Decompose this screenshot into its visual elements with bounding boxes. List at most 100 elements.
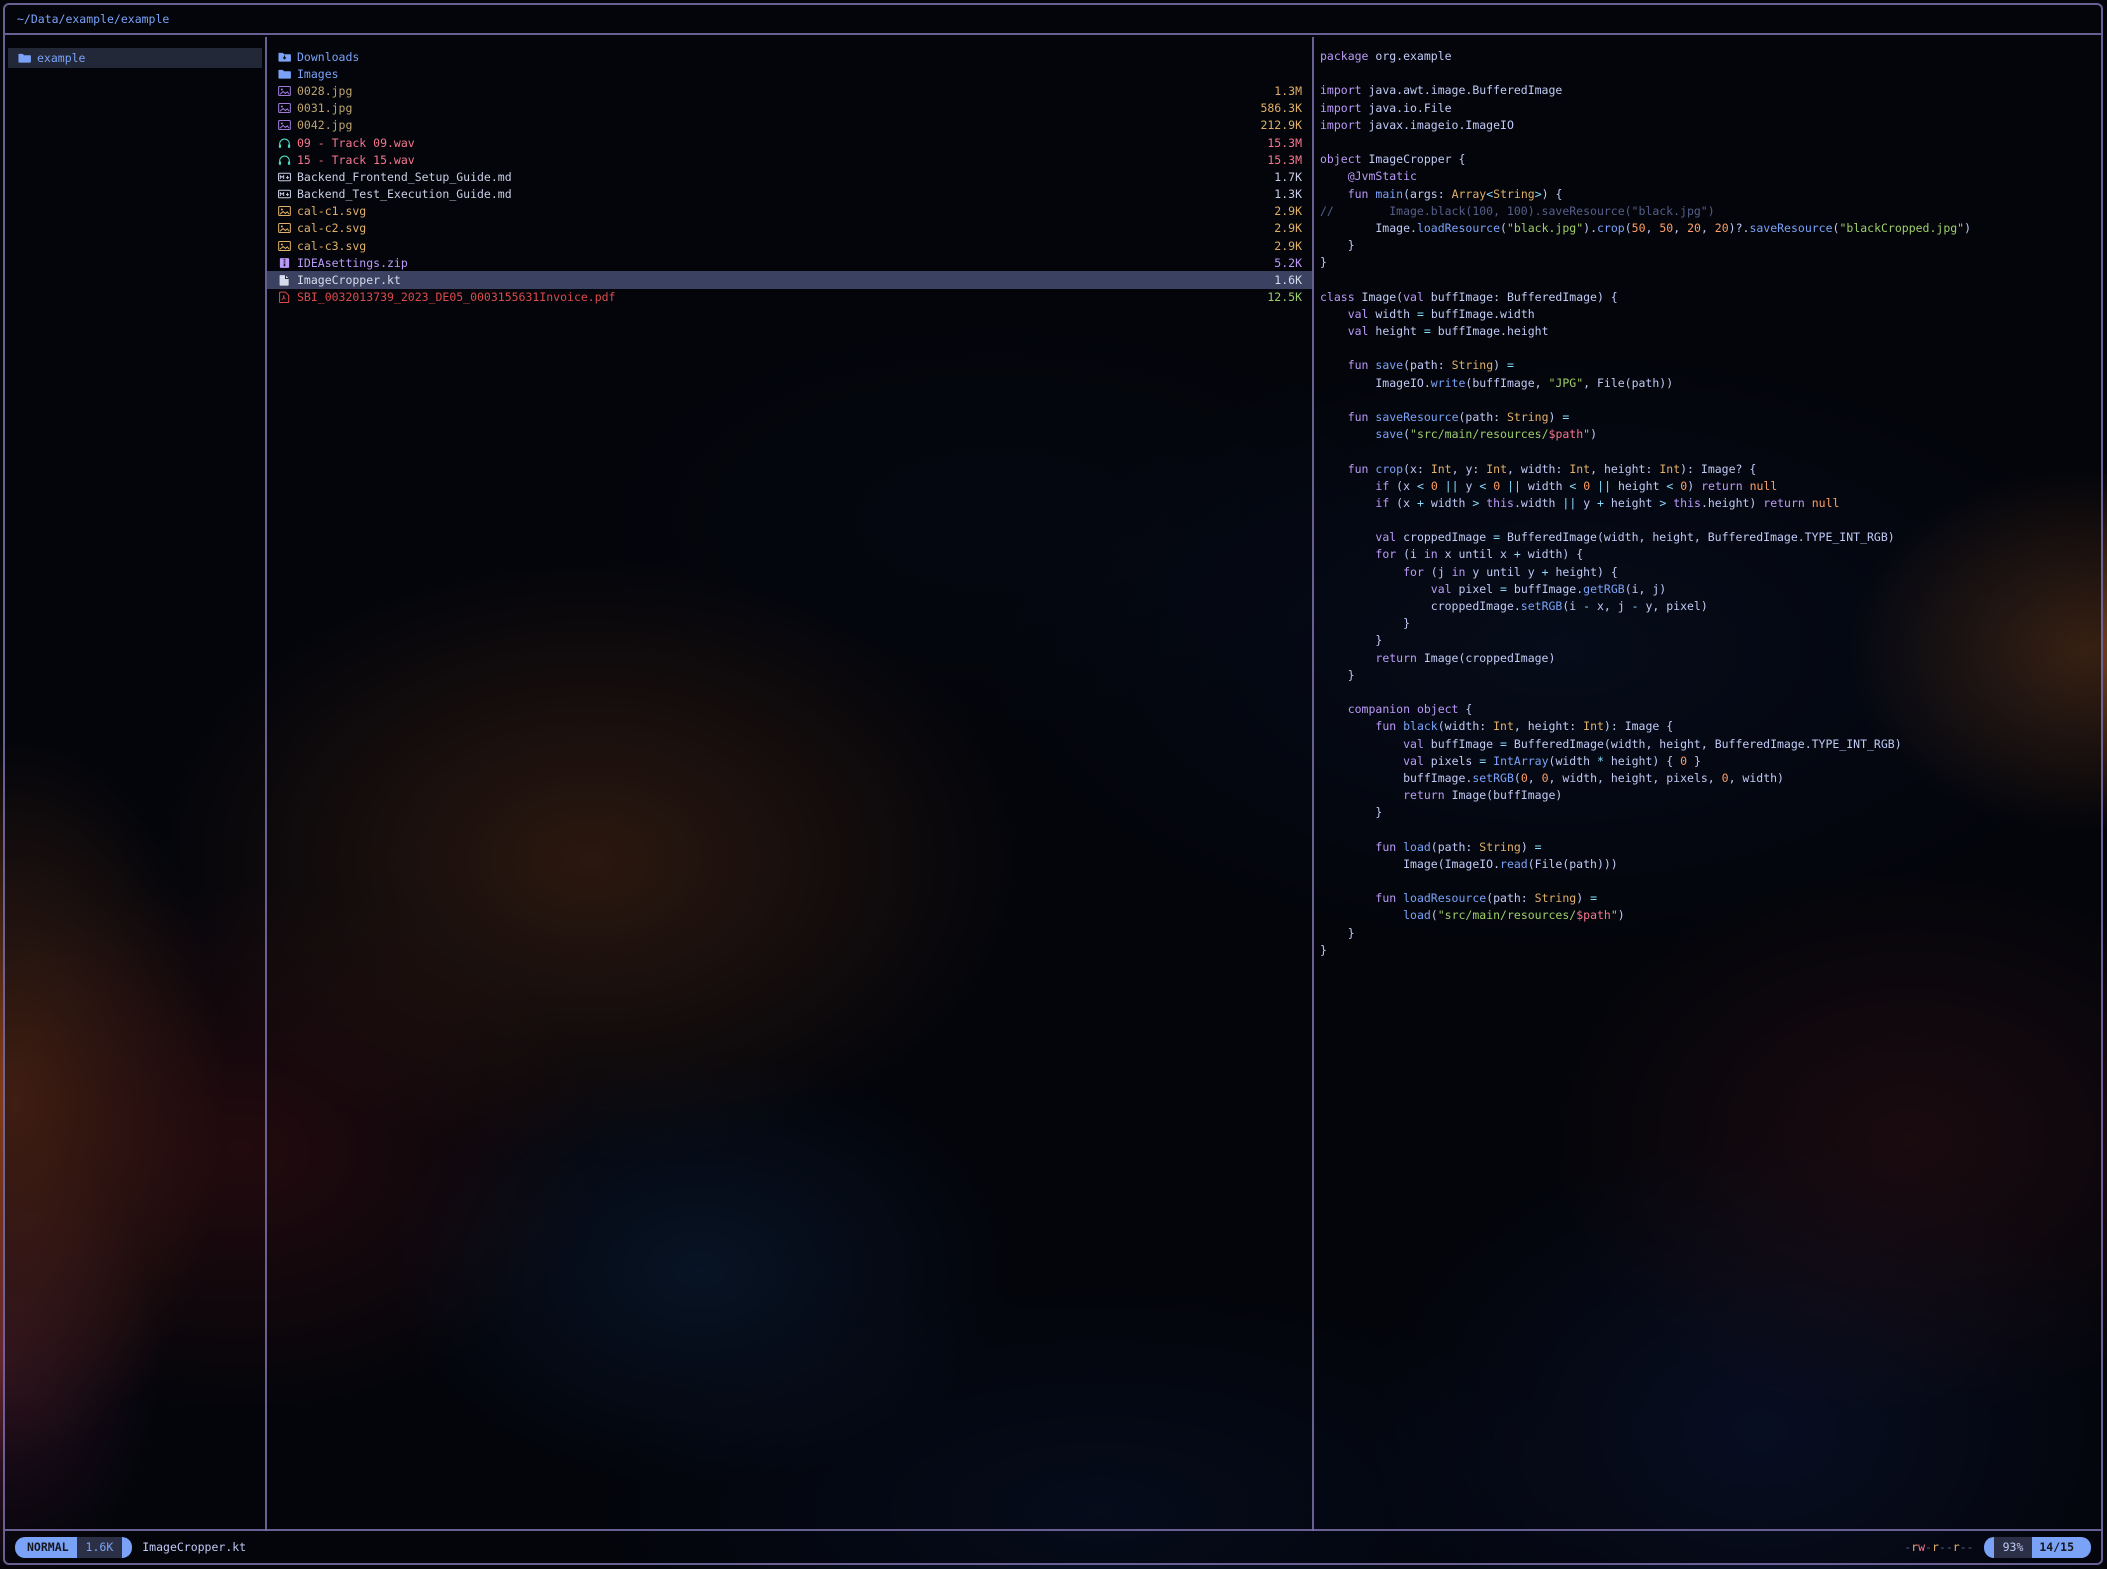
code-line: val width = buffImage.width bbox=[1320, 306, 2101, 323]
file-name: ImageCropper.kt bbox=[297, 273, 1268, 287]
code-line: fun save(path: String) = bbox=[1320, 357, 2101, 374]
file-size: 2.9K bbox=[1274, 204, 1302, 218]
mode-size-segment: NORMAL 1.6K bbox=[15, 1537, 132, 1558]
preview-pane: package org.example import java.awt.imag… bbox=[1314, 37, 2101, 1531]
file-row[interactable]: SBI_0032013739_2023_DE05_0003155631Invoi… bbox=[267, 289, 1312, 306]
code-line: buffImage.setRGB(0, 0, width, height, pi… bbox=[1320, 770, 2101, 787]
file-row[interactable]: Backend_Frontend_Setup_Guide.md1.7K bbox=[267, 168, 1312, 185]
file-name: Backend_Frontend_Setup_Guide.md bbox=[297, 170, 1268, 184]
permissions: -rw-r--r-- bbox=[1904, 1540, 1973, 1554]
powerline-right-cap bbox=[122, 1537, 132, 1558]
code-line bbox=[1320, 134, 2101, 151]
code-line: fun saveResource(path: String) = bbox=[1320, 409, 2101, 426]
folder-icon bbox=[17, 52, 31, 65]
file-name: Images bbox=[297, 67, 1296, 81]
file-name: 09 - Track 09.wav bbox=[297, 136, 1261, 150]
file-row[interactable]: cal-c1.svg 2.9K bbox=[267, 203, 1312, 220]
code-line: import javax.imageio.ImageIO bbox=[1320, 117, 2101, 134]
markdown-icon bbox=[277, 188, 291, 201]
parent-dir-row[interactable]: example bbox=[8, 48, 262, 68]
file-size: 1.6K bbox=[1274, 273, 1302, 287]
file-size: 1.3M bbox=[1274, 84, 1302, 98]
image-icon bbox=[277, 84, 291, 97]
code-line: val buffImage = BufferedImage(width, hei… bbox=[1320, 736, 2101, 753]
code-line: croppedImage.setRGB(i - x, j - y, pixel) bbox=[1320, 598, 2101, 615]
file-name: 15 - Track 15.wav bbox=[297, 153, 1261, 167]
position-segment: 93% 14/15 bbox=[1984, 1537, 2091, 1558]
file-size: 2.9K bbox=[1274, 239, 1302, 253]
file-size: 212.9K bbox=[1260, 118, 1302, 132]
file-row[interactable]: 0031.jpg 586.3K bbox=[267, 100, 1312, 117]
code-line: import java.io.File bbox=[1320, 100, 2101, 117]
panes-container: example Downloads Images 0028.jpg 1.3M 0031.… bbox=[5, 37, 2101, 1531]
status-bar: NORMAL 1.6K ImageCropper.kt -rw-r--r-- 9… bbox=[5, 1529, 2101, 1563]
file-row[interactable]: Images bbox=[267, 65, 1312, 82]
file-name: IDEAsettings.zip bbox=[297, 256, 1268, 270]
file-size: 1.3K bbox=[1274, 187, 1302, 201]
code-line: class Image(val buffImage: BufferedImage… bbox=[1320, 289, 2101, 306]
status-file-name: ImageCropper.kt bbox=[142, 1540, 246, 1554]
code-line: import java.awt.image.BufferedImage bbox=[1320, 82, 2101, 99]
file-size: 15.3M bbox=[1267, 136, 1302, 150]
mode-badge: NORMAL bbox=[25, 1537, 77, 1558]
code-line bbox=[1320, 684, 2101, 701]
file-row[interactable]: ImageCropper.kt 1.6K bbox=[267, 271, 1312, 288]
code-line: for (j in y until y + height) { bbox=[1320, 564, 2101, 581]
file-row[interactable]: 0028.jpg 1.3M bbox=[267, 82, 1312, 99]
code-line: val pixel = buffImage.getRGB(i, j) bbox=[1320, 581, 2101, 598]
code-line: fun loadResource(path: String) = bbox=[1320, 890, 2101, 907]
file-row[interactable]: Backend_Test_Execution_Guide.md1.3K bbox=[267, 186, 1312, 203]
status-right-group: -rw-r--r-- 93% 14/15 bbox=[1904, 1537, 2091, 1558]
code-line: Image.loadResource("black.jpg").crop(50,… bbox=[1320, 220, 2101, 237]
code-line: fun main(args: Array<String>) { bbox=[1320, 186, 2101, 203]
code-line bbox=[1320, 340, 2101, 357]
code-line: save("src/main/resources/$path") bbox=[1320, 426, 2101, 443]
powerline-right-cap bbox=[2081, 1537, 2091, 1558]
file-name: 0031.jpg bbox=[297, 101, 1254, 115]
file-row[interactable]: cal-c2.svg 2.9K bbox=[267, 220, 1312, 237]
file-row[interactable]: 0042.jpg212.9K bbox=[267, 117, 1312, 134]
code-line bbox=[1320, 443, 2101, 460]
file-row[interactable]: Downloads bbox=[267, 48, 1312, 65]
yazi-window: ~/Data/example/example example Downloads… bbox=[3, 3, 2103, 1565]
file-size: 5.2K bbox=[1274, 256, 1302, 270]
code-line bbox=[1320, 512, 2101, 529]
breadcrumb: ~/Data/example/example bbox=[5, 5, 2101, 35]
markdown-icon bbox=[277, 170, 291, 183]
desktop: { "app": "yazi-file-manager", "theme": {… bbox=[0, 0, 2107, 1569]
code-line bbox=[1320, 65, 2101, 82]
file-name: 0028.jpg bbox=[297, 84, 1268, 98]
code-line: Image(ImageIO.read(File(path))) bbox=[1320, 856, 2101, 873]
code-line: } bbox=[1320, 942, 2101, 959]
code-line: } bbox=[1320, 237, 2101, 254]
code-line: if (x < 0 || y < 0 || width < 0 || heigh… bbox=[1320, 478, 2101, 495]
image-icon bbox=[277, 222, 291, 235]
code-line: fun black(width: Int, height: Int): Imag… bbox=[1320, 718, 2101, 735]
file-name: cal-c2.svg bbox=[297, 221, 1268, 235]
code-line: } bbox=[1320, 254, 2101, 271]
code-line bbox=[1320, 873, 2101, 890]
file-row[interactable]: 09 - Track 09.wav 15.3M bbox=[267, 134, 1312, 151]
file-name: Downloads bbox=[297, 50, 1296, 64]
audio-icon bbox=[277, 153, 291, 166]
audio-icon bbox=[277, 136, 291, 149]
file-row[interactable]: cal-c3.svg2.9K bbox=[267, 237, 1312, 254]
file-size-badge: 1.6K bbox=[77, 1537, 123, 1558]
code-line bbox=[1320, 392, 2101, 409]
folder-icon bbox=[277, 67, 291, 80]
image-icon bbox=[277, 205, 291, 218]
file-size: 586.3K bbox=[1260, 101, 1302, 115]
file-size: 2.9K bbox=[1274, 221, 1302, 235]
image-icon bbox=[277, 102, 291, 115]
current-path: ~/Data/example/example bbox=[17, 12, 169, 26]
code-line: for (i in x until x + width) { bbox=[1320, 546, 2101, 563]
pdf-icon bbox=[277, 291, 291, 304]
file-row[interactable]: IDEAsettings.zip 5.2K bbox=[267, 254, 1312, 271]
code-line: val pixels = IntArray(width * height) { … bbox=[1320, 753, 2101, 770]
file-name: cal-c1.svg bbox=[297, 204, 1268, 218]
code-line: } bbox=[1320, 615, 2101, 632]
file-row[interactable]: 15 - Track 15.wav15.3M bbox=[267, 151, 1312, 168]
code-line: package org.example bbox=[1320, 48, 2101, 65]
file-size: 12.5K bbox=[1267, 290, 1302, 304]
archive-icon bbox=[277, 256, 291, 269]
